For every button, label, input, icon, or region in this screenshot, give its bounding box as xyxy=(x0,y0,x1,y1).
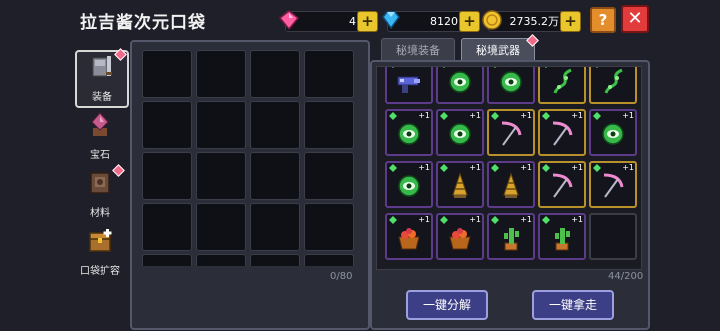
pink-scythe-icon xyxy=(552,173,573,198)
fruit-basket-icon xyxy=(398,228,420,250)
pink-gem-icon xyxy=(278,10,300,31)
loot-item[interactable]: +1 xyxy=(385,67,433,104)
fruit-basket-icon xyxy=(449,228,471,250)
decompose-all-button[interactable]: 一键分解 xyxy=(406,290,488,320)
help-button[interactable]: ? xyxy=(590,7,616,33)
green-eye-orb-icon xyxy=(449,123,471,145)
loot-item[interactable]: +1 xyxy=(538,213,586,260)
loot-item[interactable]: +1 xyxy=(589,67,637,104)
empty-slot[interactable] xyxy=(250,203,300,251)
pink-gem-value: 4 xyxy=(349,15,356,28)
empty-slot[interactable] xyxy=(142,203,192,251)
loot-item[interactable]: +1 xyxy=(538,161,586,208)
sidebar-item-gems[interactable]: 宝石 xyxy=(75,110,125,164)
loot-item[interactable]: +1 xyxy=(436,213,484,260)
loot-item[interactable]: +1 xyxy=(487,161,535,208)
empty-slot[interactable] xyxy=(196,152,246,200)
left-storage-grid xyxy=(142,50,356,266)
loot-item[interactable]: +1 xyxy=(385,161,433,208)
green-vine-whip-icon xyxy=(553,68,572,94)
gold-coin-counter: 2735.2万 + xyxy=(482,10,581,32)
sidebar-item-label: 宝石 xyxy=(90,150,110,161)
empty-slot[interactable] xyxy=(304,203,354,251)
sidebar-item-materials[interactable]: 材料 xyxy=(75,164,125,222)
pink-scythe-icon xyxy=(501,121,522,146)
green-vine-whip-icon xyxy=(604,68,623,94)
empty-slot[interactable] xyxy=(304,254,354,266)
empty-slot[interactable] xyxy=(142,254,192,266)
green-eye-orb-icon xyxy=(602,123,624,145)
empty-slot[interactable] xyxy=(196,203,246,251)
sidebar-item-label: 材料 xyxy=(90,208,110,219)
loot-item[interactable]: +1 xyxy=(385,213,433,260)
pink-scythe-icon xyxy=(552,121,573,146)
loot-item[interactable]: +1 xyxy=(589,161,637,208)
gold-coin-icon xyxy=(482,10,502,30)
loot-item[interactable]: +1 xyxy=(385,109,433,156)
sidebar-item-equipment[interactable]: 装备 xyxy=(75,48,129,108)
add-gold-button[interactable]: + xyxy=(560,11,581,32)
loot-count: 44/200 xyxy=(608,271,644,282)
golden-drill-icon xyxy=(503,172,519,198)
empty-slot[interactable] xyxy=(304,50,354,98)
empty-slot[interactable] xyxy=(250,50,300,98)
take-all-button[interactable]: 一键拿走 xyxy=(532,290,614,320)
sidebar-item-label: 装备 xyxy=(92,92,112,103)
left-storage-count: 0/80 xyxy=(330,271,353,282)
empty-slot[interactable] xyxy=(142,50,192,98)
empty-slot[interactable] xyxy=(589,213,637,260)
empty-slot[interactable] xyxy=(142,101,192,149)
empty-slot[interactable] xyxy=(250,101,300,149)
loot-item[interactable]: +1 xyxy=(436,161,484,208)
loot-item[interactable]: +1 xyxy=(589,109,637,156)
loot-item[interactable]: +1 xyxy=(436,67,484,104)
blue-diamond-value: 8120 xyxy=(430,15,458,28)
potted-cactus-icon xyxy=(504,228,519,251)
blue-diamond-counter: 8120 + xyxy=(382,11,480,32)
loot-item[interactable]: +1 xyxy=(538,67,586,104)
add-diamond-button[interactable]: + xyxy=(459,11,480,32)
golden-drill-icon xyxy=(452,172,468,198)
pink-gem-counter: 4 + xyxy=(278,10,378,32)
loot-item[interactable]: +1 xyxy=(487,109,535,156)
loot-item[interactable]: +1 xyxy=(487,67,535,104)
empty-slot[interactable] xyxy=(304,152,354,200)
green-eye-orb-icon xyxy=(500,71,522,93)
loot-item[interactable]: +1 xyxy=(436,109,484,156)
green-eye-orb-icon xyxy=(398,123,420,145)
green-eye-orb-icon xyxy=(449,71,471,93)
empty-slot[interactable] xyxy=(196,101,246,149)
sidebar-item-expand-pocket[interactable]: 口袋扩容 xyxy=(72,226,128,280)
blaster-gun-icon xyxy=(397,76,420,93)
green-eye-orb-icon xyxy=(398,175,420,197)
blue-diamond-icon xyxy=(382,11,400,30)
empty-slot[interactable] xyxy=(142,152,192,200)
loot-item[interactable]: +1 xyxy=(487,213,535,260)
materials-icon xyxy=(90,172,110,194)
close-button[interactable]: ✕ xyxy=(621,5,649,33)
empty-slot[interactable] xyxy=(196,50,246,98)
loot-grid: +1+1+1+1+1+1+1+1+1+1+1+1+1+1+1+1+1+1+1 xyxy=(376,66,642,270)
page-title: 拉吉酱次元口袋 xyxy=(80,13,206,33)
empty-slot[interactable] xyxy=(196,254,246,266)
empty-slot[interactable] xyxy=(250,254,300,266)
sidebar-item-label: 口袋扩容 xyxy=(80,266,120,277)
pink-scythe-icon xyxy=(603,173,624,198)
gem-stone-icon xyxy=(91,112,109,136)
loot-item[interactable]: +1 xyxy=(538,109,586,156)
empty-slot[interactable] xyxy=(250,152,300,200)
armor-icon xyxy=(92,56,112,77)
add-pink-gem-button[interactable]: + xyxy=(357,11,378,32)
potted-cactus-icon xyxy=(555,228,570,251)
empty-slot[interactable] xyxy=(304,101,354,149)
gold-coin-value: 2735.2万 xyxy=(509,15,560,28)
chest-icon xyxy=(89,229,112,252)
